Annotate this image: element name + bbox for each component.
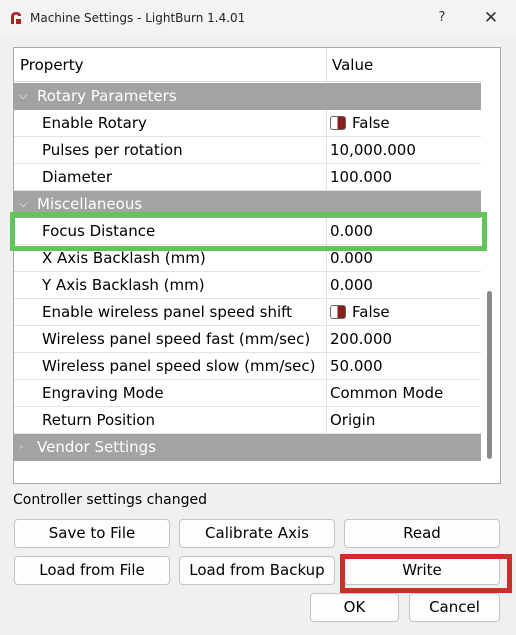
ok-button[interactable]: OK xyxy=(310,593,399,622)
cell-divider xyxy=(326,299,327,326)
column-header-value[interactable]: Value xyxy=(332,48,373,82)
property-value-toggle[interactable]: False xyxy=(330,110,390,137)
property-row-pulses-per-rotation[interactable]: Pulses per rotation 10,000.000 xyxy=(14,137,481,164)
property-row-wireless-speed-shift[interactable]: Enable wireless panel speed shift False xyxy=(14,299,481,326)
property-name: Wireless panel speed slow (mm/sec) xyxy=(42,357,316,375)
property-row-wireless-speed-slow[interactable]: Wireless panel speed slow (mm/sec) 50.00… xyxy=(14,353,481,380)
category-label: Vendor Settings xyxy=(37,438,156,456)
property-value[interactable]: Origin xyxy=(330,407,375,434)
property-name: Return Position xyxy=(42,411,155,429)
scrollbar-thumb[interactable] xyxy=(487,291,492,459)
lightburn-logo-icon xyxy=(11,12,21,24)
property-row-y-axis-backlash[interactable]: Y Axis Backlash (mm) 0.000 xyxy=(14,272,481,299)
cell-divider xyxy=(326,164,327,191)
property-row-diameter[interactable]: Diameter 100.000 xyxy=(14,164,481,191)
read-button[interactable]: Read xyxy=(344,519,500,548)
chevron-right-icon[interactable]: › xyxy=(19,440,23,453)
category-label: Rotary Parameters xyxy=(37,87,177,105)
cancel-button[interactable]: Cancel xyxy=(409,593,500,622)
property-name: Enable Rotary xyxy=(42,114,147,132)
cell-divider xyxy=(326,407,327,434)
title-bar: Machine Settings - LightBurn 1.4.01 ? ✕ xyxy=(0,0,516,36)
status-text: Controller settings changed xyxy=(13,492,208,508)
property-row-return-position[interactable]: Return Position Origin xyxy=(14,407,481,434)
property-value[interactable]: 0.000 xyxy=(330,272,373,299)
property-name: Engraving Mode xyxy=(42,384,164,402)
property-value[interactable]: 50.000 xyxy=(330,353,383,380)
property-row-enable-rotary[interactable]: Enable Rotary False xyxy=(14,110,481,137)
property-grid: Property Value ⌵ Rotary Parameters Enabl… xyxy=(13,47,501,484)
highlight-box-write xyxy=(340,554,512,593)
category-rotary-parameters[interactable]: ⌵ Rotary Parameters xyxy=(14,83,481,110)
cell-divider xyxy=(326,272,327,299)
highlight-box-focus-distance xyxy=(10,212,487,251)
load-from-backup-button[interactable]: Load from Backup xyxy=(179,556,335,585)
property-value[interactable]: 10,000.000 xyxy=(330,137,416,164)
cell-divider xyxy=(326,353,327,380)
close-button[interactable]: ✕ xyxy=(480,8,502,28)
column-divider xyxy=(326,48,327,82)
property-name: Diameter xyxy=(42,168,113,186)
load-from-file-button[interactable]: Load from File xyxy=(14,556,170,585)
help-button[interactable]: ? xyxy=(432,8,452,28)
grid-header: Property Value xyxy=(14,48,481,82)
property-name: Enable wireless panel speed shift xyxy=(42,303,293,321)
property-row-wireless-speed-fast[interactable]: Wireless panel speed fast (mm/sec) 200.0… xyxy=(14,326,481,353)
window-title: Machine Settings - LightBurn 1.4.01 xyxy=(30,11,246,25)
column-header-property[interactable]: Property xyxy=(20,48,83,82)
cell-divider xyxy=(326,137,327,164)
property-name: Pulses per rotation xyxy=(42,141,183,159)
property-name: Y Axis Backlash (mm) xyxy=(42,276,205,294)
property-value-toggle[interactable]: False xyxy=(330,299,390,326)
property-name: Wireless panel speed fast (mm/sec) xyxy=(42,330,311,348)
property-value[interactable]: 200.000 xyxy=(330,326,392,353)
cell-divider xyxy=(326,326,327,353)
chevron-down-icon[interactable]: ⌵ xyxy=(19,197,27,211)
toggle-value: False xyxy=(352,114,390,132)
cell-divider xyxy=(326,110,327,137)
property-value[interactable]: Common Mode xyxy=(330,380,443,407)
toggle-value: False xyxy=(352,303,390,321)
cell-divider xyxy=(326,380,327,407)
toggle-icon[interactable] xyxy=(330,116,346,130)
toggle-icon[interactable] xyxy=(330,305,346,319)
property-value[interactable]: 100.000 xyxy=(330,164,392,191)
save-to-file-button[interactable]: Save to File xyxy=(14,519,170,548)
vertical-scrollbar[interactable] xyxy=(483,83,500,483)
category-vendor-settings[interactable]: › Vendor Settings xyxy=(14,434,481,461)
chevron-down-icon[interactable]: ⌵ xyxy=(19,89,27,103)
property-row-engraving-mode[interactable]: Engraving Mode Common Mode xyxy=(14,380,481,407)
calibrate-axis-button[interactable]: Calibrate Axis xyxy=(179,519,335,548)
